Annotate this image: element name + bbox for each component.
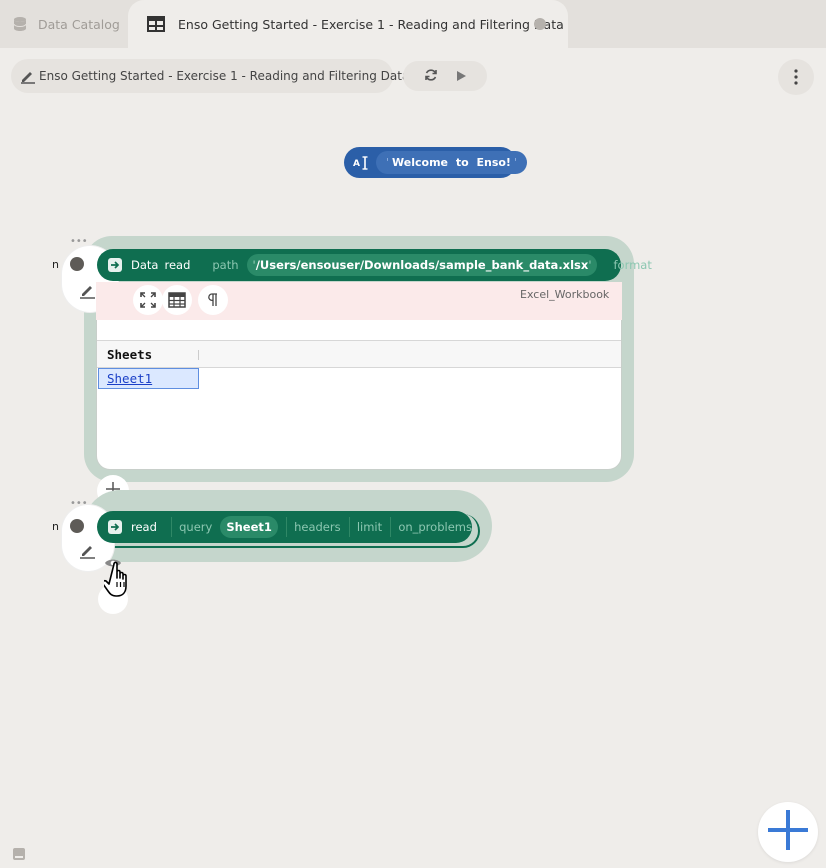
add-component-button[interactable]: [758, 802, 818, 862]
node-output-port[interactable]: [70, 519, 84, 533]
play-icon[interactable]: [455, 67, 467, 86]
quote-open: ': [386, 156, 390, 169]
table-cell[interactable]: Sheet1: [98, 368, 199, 389]
database-icon: [10, 14, 30, 34]
result-type-label: Excel_Workbook: [520, 288, 610, 301]
arg-format-label[interactable]: format: [613, 258, 651, 272]
node-name: n: [52, 258, 59, 271]
path-value[interactable]: '/Users/ensouser/Downloads/sample_bank_d…: [246, 254, 598, 276]
close-tab-button[interactable]: [534, 18, 546, 30]
pencil-icon[interactable]: [79, 282, 97, 304]
arrow-into-icon: [107, 519, 123, 535]
arg-headers-label[interactable]: headers: [294, 520, 341, 534]
pilcrow-icon[interactable]: [198, 285, 228, 315]
project-name: Enso Getting Started - Exercise 1 - Read…: [39, 69, 410, 83]
tab-project[interactable]: Enso Getting Started - Exercise 1 - Read…: [128, 0, 568, 48]
execution-controls: [403, 61, 487, 91]
table-visualization: Sheets Sheet1: [96, 320, 622, 470]
column-header[interactable]: Sheets: [107, 347, 152, 362]
pencil-icon: [19, 67, 37, 85]
tab-label: Enso Getting Started - Exercise 1 - Read…: [178, 16, 564, 32]
project-name-field[interactable]: Enso Getting Started - Exercise 1 - Read…: [11, 59, 409, 93]
svg-text:A: A: [353, 159, 360, 169]
plus-icon: [766, 808, 810, 856]
pencil-icon[interactable]: [79, 542, 97, 564]
arg-limit-label[interactable]: limit: [357, 520, 382, 534]
node-expression-bar[interactable]: Data read path '/Users/ensouser/Download…: [97, 249, 652, 281]
table-header: Sheets: [97, 340, 621, 368]
query-value[interactable]: Sheet1: [220, 516, 278, 538]
column-resize-handle[interactable]: [198, 350, 199, 360]
text-node[interactable]: A ' Welcome to Enso! ': [344, 147, 527, 178]
node-expression-bar[interactable]: read query Sheet1 headers limit on_probl…: [97, 511, 472, 543]
node-drag-handle[interactable]: •••: [70, 498, 88, 509]
arrow-into-icon: [107, 257, 123, 273]
documentation-panel-icon[interactable]: [12, 846, 26, 860]
sheet-link[interactable]: Sheet1: [107, 371, 152, 386]
arg-path-label[interactable]: path: [212, 258, 238, 272]
node-output-port[interactable]: [70, 257, 84, 271]
table-icon: [146, 14, 166, 34]
grid-icon[interactable]: [162, 285, 192, 315]
quote-close: ': [513, 156, 517, 169]
method-name: read: [131, 520, 157, 534]
text-node-value[interactable]: ' Welcome to Enso! ': [376, 151, 527, 174]
node-drag-handle[interactable]: •••: [70, 236, 88, 247]
tab-bar: Data Catalog Enso Getting Started - Exer…: [0, 0, 826, 48]
tab-data-catalog[interactable]: Data Catalog: [10, 0, 138, 48]
hand-cursor-icon: [101, 560, 140, 604]
arg-on-problems-label[interactable]: on_problems: [398, 520, 472, 534]
welcome-text: Welcome to Enso!: [392, 156, 511, 169]
refresh-icon[interactable]: [424, 67, 438, 86]
expand-icon[interactable]: [133, 285, 163, 315]
path-value-text: /Users/ensouser/Downloads/sample_bank_da…: [255, 258, 589, 272]
method-name: read: [164, 258, 191, 272]
node-name: n: [52, 520, 59, 533]
kebab-menu-icon[interactable]: [778, 59, 814, 95]
tab-label: Data Catalog: [38, 16, 120, 32]
module-name: Data: [131, 258, 159, 272]
text-cursor-icon: A: [352, 154, 370, 172]
arg-query-label[interactable]: query: [179, 520, 212, 534]
